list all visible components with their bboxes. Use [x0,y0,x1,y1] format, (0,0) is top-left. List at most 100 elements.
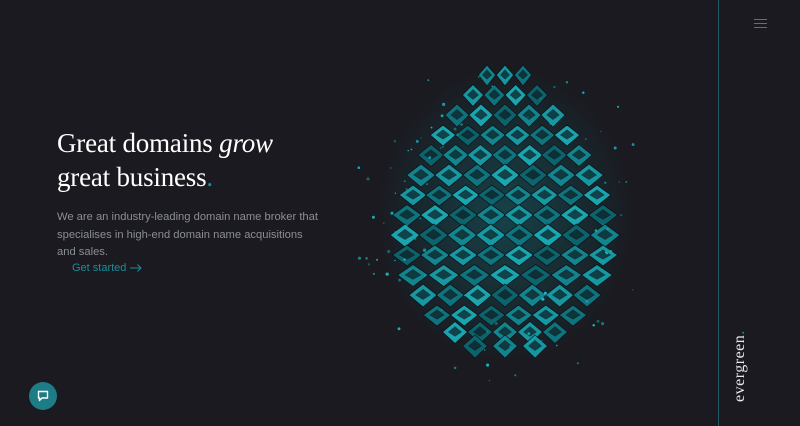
particle-dot [442,102,446,106]
particle-dot [389,167,392,169]
chat-bubble-icon [37,390,49,402]
particle-dot [613,146,617,150]
particle-dot [387,249,391,254]
particle-dot [366,177,370,181]
hamburger-menu-icon [754,19,770,28]
particle-dot [549,122,552,125]
particle-dot [367,263,370,266]
particle-dot [618,181,620,183]
particle-dot [453,127,457,131]
particle-dot [365,257,368,260]
particle-dot [420,137,422,139]
particle-dot [604,251,607,254]
particle-dot [460,123,463,126]
hero-headline: Great domains grow great business. [57,126,337,194]
particle-dot [565,81,569,84]
hero-section: Great domains grow great business. We ar… [57,126,337,274]
particle-dot [357,256,362,260]
brand-dot: . [731,330,748,335]
particle-dot [617,105,620,108]
particle-dot [567,295,570,298]
particle-dot [527,116,529,119]
particle-dot [390,211,394,215]
particle-dot [398,278,401,282]
particle-dot [527,332,531,335]
headline-part-2: great business [57,162,207,192]
particle-dot [555,344,558,347]
particle-dot [427,79,430,81]
menu-button[interactable] [754,19,770,35]
particle-dot [453,366,457,370]
particle-dot [553,85,556,89]
particle-dot [609,249,613,253]
particle-dot [372,272,375,275]
particle-dot [601,322,605,326]
particle-dot [394,231,396,233]
particle-dot [540,98,542,100]
particle-dot [620,214,623,217]
particle-dot [441,309,443,311]
particle-dot [576,362,579,365]
particle-dot [594,229,598,232]
particle-dot [632,289,634,291]
particle-dot [625,180,628,183]
particle-dot [407,150,409,152]
chat-button[interactable] [29,382,57,410]
particle-dot [544,319,546,321]
particle-dot [602,260,604,263]
particle-dot [393,140,397,143]
brand-name: evergreen [731,334,748,402]
particle-dot [486,363,490,367]
particle-dot [582,91,585,94]
particle-dot [600,130,602,133]
particle-dot [419,217,422,220]
particle-dot [486,330,489,333]
particle-dot [376,258,378,261]
particle-dot [430,126,433,129]
particle-dot [602,223,605,225]
particle-dot [541,297,545,301]
particle-dot [514,374,517,377]
particle-dot [439,147,442,149]
particle-dot [440,114,444,118]
particle-dot [405,188,408,191]
particle-dot [441,145,444,148]
particle-dot [464,294,466,297]
particle-dot [423,274,426,277]
particle-dot [383,222,385,224]
particle-dot [426,183,429,186]
brand-logo[interactable]: evergreen. [731,322,751,402]
particle-dot [606,227,609,231]
particle-dot [488,379,490,382]
particle-dot [371,215,375,219]
particle-dot [585,299,589,304]
headline-dot: . [206,162,213,192]
particle-dot [545,295,547,297]
get-started-link[interactable]: Get started [72,262,143,274]
particle-dot [385,272,389,276]
arrow-right-icon [130,264,143,272]
headline-part-1: Great domains [57,128,220,158]
particle-dot [509,345,512,348]
particle-dot [631,143,635,146]
particle-dot [410,148,413,151]
particle-dot [483,349,486,351]
particle-dot [604,181,607,184]
particle-dot [415,139,419,143]
particle-dot [584,138,587,140]
headline-emphasis: grow [219,128,273,158]
particle-dot [456,133,459,136]
particle-dot [422,248,427,252]
particle-dot [477,76,480,78]
particle-dot [543,291,547,295]
particle-dot [491,85,494,88]
right-rail: evergreen. [718,0,800,426]
hero-description: We are an industry-leading domain name b… [57,211,318,258]
particle-dot [428,156,432,159]
particle-dot [405,224,408,227]
particle-dot [414,237,417,240]
get-started-label: Get started [72,262,127,274]
particle-dot [592,324,595,327]
particle-dot [357,166,361,169]
particle-dot [540,339,543,342]
